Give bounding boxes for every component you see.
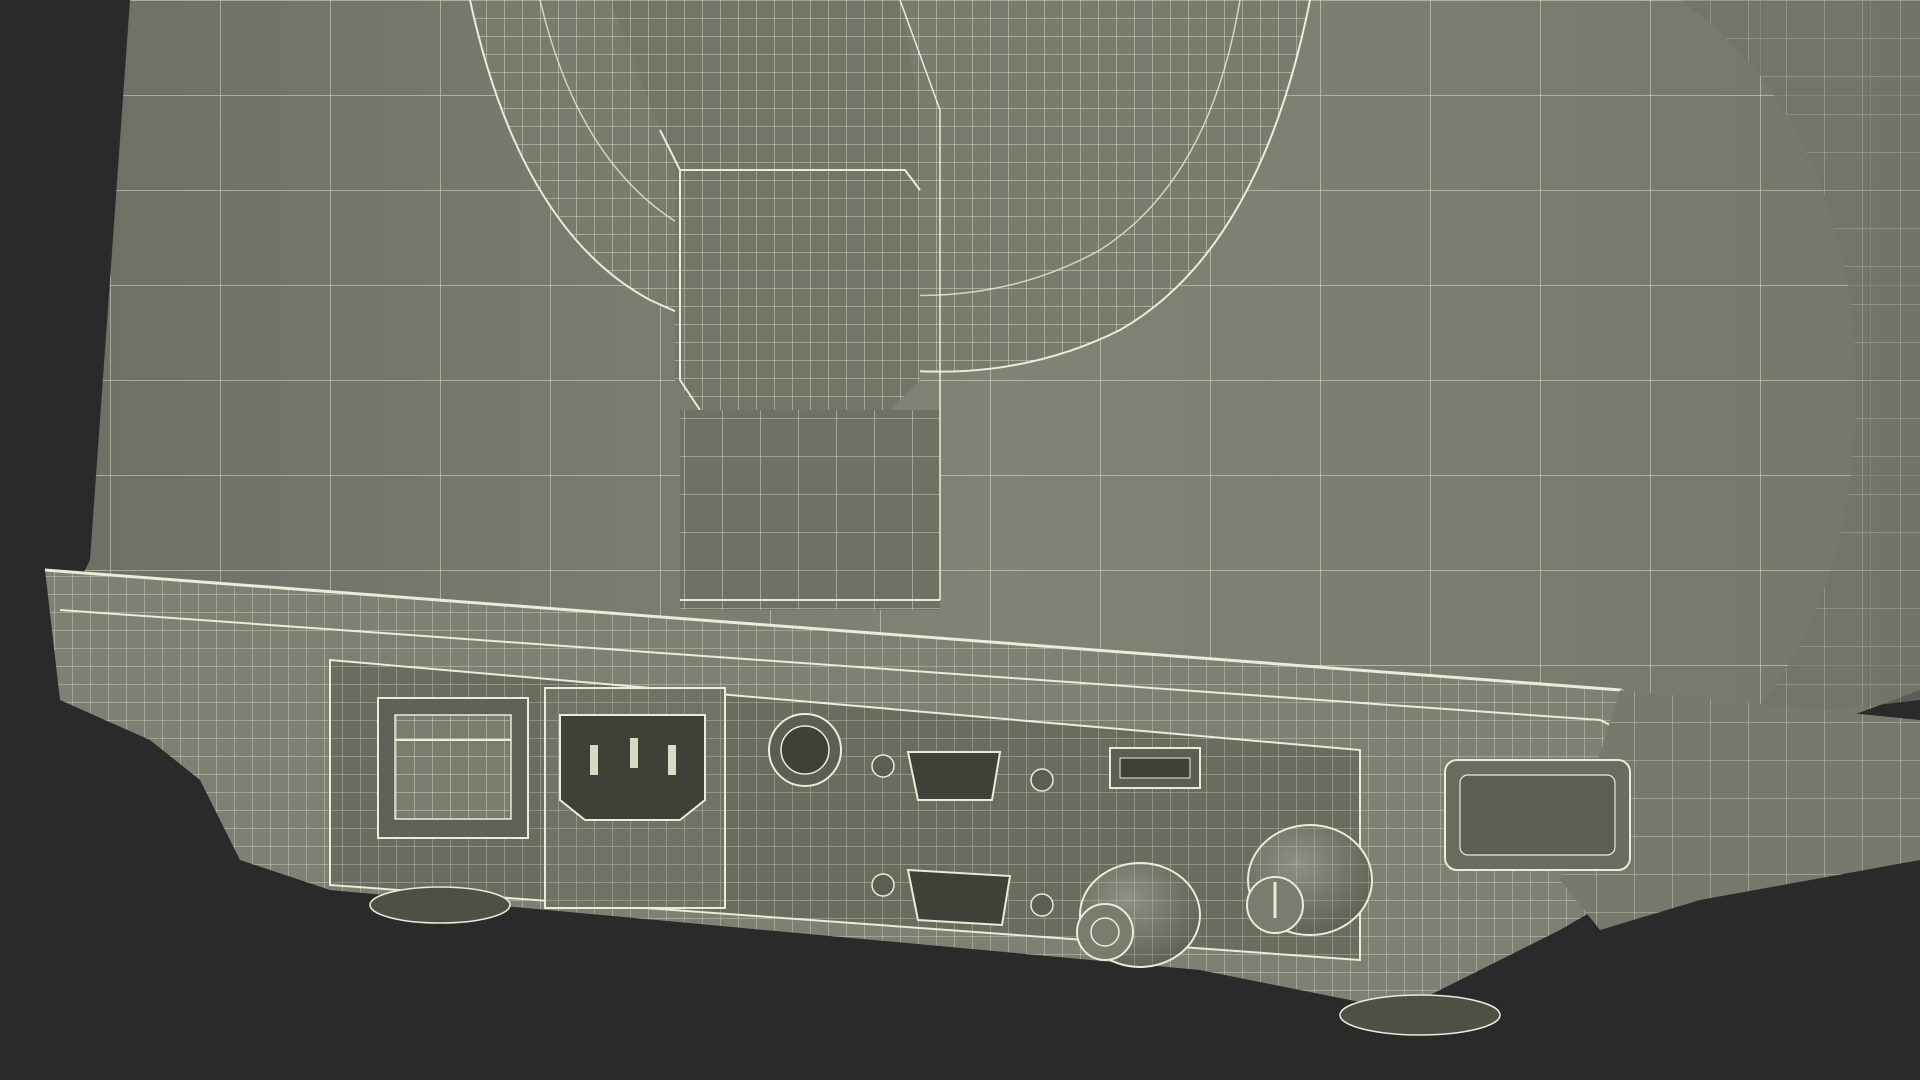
round-port[interactable] bbox=[768, 713, 842, 787]
screw-icon bbox=[871, 754, 895, 778]
usb-port[interactable] bbox=[1109, 747, 1201, 789]
knob-right[interactable] bbox=[1246, 824, 1373, 936]
rocker-switch[interactable] bbox=[377, 697, 529, 839]
inlet-pin-left bbox=[590, 745, 598, 775]
power-inlet[interactable] bbox=[544, 687, 726, 909]
screw-icon bbox=[1030, 893, 1054, 917]
foot-right bbox=[1339, 994, 1501, 1036]
foot-left bbox=[369, 886, 511, 924]
wireframe-render bbox=[44, 0, 1920, 1036]
inlet-pin-center bbox=[630, 738, 638, 768]
inlet-pin-right bbox=[668, 745, 676, 775]
side-vent bbox=[1444, 759, 1631, 871]
screw-icon bbox=[871, 873, 895, 897]
screw-icon bbox=[1030, 768, 1054, 792]
